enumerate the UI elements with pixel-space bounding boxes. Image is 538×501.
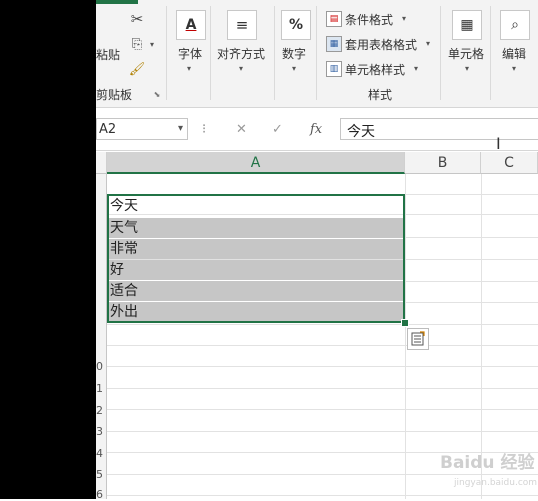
paste-button[interactable]: 粘贴 bbox=[96, 46, 120, 63]
font-caret[interactable]: ▾ bbox=[187, 64, 191, 73]
black-border-left bbox=[0, 0, 96, 499]
gridline bbox=[107, 345, 538, 346]
format-painter-icon[interactable]: 🖌 bbox=[128, 60, 146, 78]
gridline bbox=[107, 388, 538, 389]
format-as-table-button[interactable]: 套用表格格式 bbox=[345, 36, 417, 53]
formula-input[interactable]: 今天 bbox=[340, 118, 538, 140]
row-number: 0 bbox=[96, 360, 103, 373]
cells-caret[interactable]: ▾ bbox=[465, 64, 469, 73]
percent-symbol: % bbox=[288, 17, 304, 33]
name-box-value: A2 bbox=[99, 122, 117, 137]
number-button-label[interactable]: 数字 bbox=[282, 45, 306, 62]
group-separator bbox=[274, 6, 275, 100]
enter-icon[interactable]: ✓ bbox=[272, 122, 283, 137]
gridline bbox=[107, 366, 538, 367]
conditional-format-icon[interactable]: ▤ bbox=[326, 11, 342, 27]
format-table-caret[interactable]: ▾ bbox=[426, 39, 430, 48]
group-separator bbox=[440, 6, 441, 100]
gridline bbox=[107, 474, 538, 475]
font-button-label[interactable]: 字体 bbox=[178, 45, 202, 62]
cell-styles-caret[interactable]: ▾ bbox=[414, 64, 418, 73]
worksheet-grid[interactable]: A B C 今天 天气 非常 好 适合 外出 0 1 2 3 4 5 6 bbox=[96, 152, 538, 501]
column-header-a[interactable]: A bbox=[107, 152, 405, 174]
dialog-launcher-icon[interactable]: ⬊ bbox=[153, 90, 161, 99]
cell-styles-button[interactable]: 单元格样式 bbox=[345, 61, 405, 78]
conditional-format-caret[interactable]: ▾ bbox=[402, 14, 406, 23]
quick-analysis-icon[interactable] bbox=[407, 328, 429, 350]
group-separator bbox=[210, 6, 211, 100]
percent-icon[interactable]: % bbox=[281, 10, 311, 40]
font-icon[interactable]: A bbox=[176, 10, 206, 40]
name-box-dropdown-icon[interactable]: ▾ bbox=[178, 123, 183, 134]
baidu-watermark: Baidu 经验 bbox=[440, 453, 535, 473]
group-separator bbox=[490, 6, 491, 100]
row-number: 3 bbox=[96, 425, 103, 438]
more-options-icon[interactable]: ⁝ bbox=[202, 122, 206, 137]
gridline bbox=[107, 409, 538, 410]
column-header-b[interactable]: B bbox=[405, 152, 481, 174]
fill-handle[interactable] bbox=[401, 319, 409, 327]
row-number: 2 bbox=[96, 404, 103, 417]
row-number: 4 bbox=[96, 447, 103, 460]
search-icon[interactable]: ⌕ bbox=[500, 10, 530, 40]
selection-border bbox=[107, 194, 405, 323]
row-number: 1 bbox=[96, 382, 103, 395]
alignment-button-label[interactable]: 对齐方式 bbox=[217, 45, 265, 62]
name-box[interactable]: A2 ▾ bbox=[96, 118, 188, 140]
format-table-icon[interactable]: ▦ bbox=[326, 36, 342, 52]
conditional-format-button[interactable]: 条件格式 bbox=[345, 11, 393, 28]
row-number: 6 bbox=[96, 488, 103, 501]
active-tab-indicator bbox=[96, 0, 138, 4]
column-header-c[interactable]: C bbox=[481, 152, 538, 174]
row-number: 5 bbox=[96, 468, 103, 481]
cell-styles-icon[interactable]: ▥ bbox=[326, 61, 342, 77]
formula-bar: A2 ▾ ⁝ ✕ ✓ fx 今天 I bbox=[96, 108, 538, 153]
text-cursor-icon: I bbox=[496, 134, 501, 153]
group-separator bbox=[316, 6, 317, 100]
gridline bbox=[107, 495, 538, 496]
copy-dropdown-caret[interactable]: ▾ bbox=[150, 40, 154, 49]
editing-button-label[interactable]: 编辑 bbox=[502, 45, 526, 62]
gridline bbox=[107, 431, 538, 432]
cells-icon[interactable]: ▦ bbox=[452, 10, 482, 40]
alignment-icon[interactable]: ≡ bbox=[227, 10, 257, 40]
number-caret[interactable]: ▾ bbox=[292, 64, 296, 73]
baidu-watermark-url: jingyan.baidu.com bbox=[454, 478, 538, 488]
styles-group-label: 样式 bbox=[368, 88, 393, 102]
font-icon-letter: A bbox=[185, 17, 197, 33]
alignment-caret[interactable]: ▾ bbox=[239, 64, 243, 73]
copy-icon[interactable]: ⎘ bbox=[128, 35, 146, 53]
insert-function-icon[interactable]: fx bbox=[310, 122, 322, 137]
editing-caret[interactable]: ▾ bbox=[512, 64, 516, 73]
formula-input-value: 今天 bbox=[347, 124, 375, 140]
gridline bbox=[107, 324, 538, 325]
clipboard-group-label: 剪贴板 bbox=[96, 88, 133, 102]
cut-icon[interactable]: ✂ bbox=[128, 10, 146, 28]
cancel-icon[interactable]: ✕ bbox=[236, 122, 247, 137]
gridline bbox=[405, 174, 406, 499]
group-separator bbox=[166, 6, 167, 100]
cells-button-label[interactable]: 单元格 bbox=[448, 45, 484, 62]
select-all-corner[interactable] bbox=[96, 152, 107, 174]
